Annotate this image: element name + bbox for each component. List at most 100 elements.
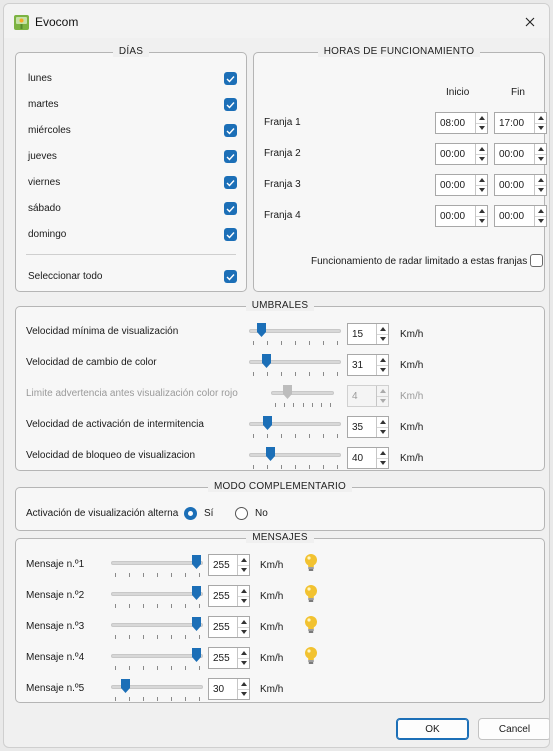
start-time-spinbox[interactable]: 08:00	[435, 112, 488, 134]
spin-down-button[interactable]	[377, 426, 388, 438]
threshold-spinbox[interactable]: 31	[347, 354, 389, 376]
start-time-spinbox[interactable]: 00:00	[435, 143, 488, 165]
spin-up-button[interactable]	[476, 144, 487, 154]
message-slider-thumb[interactable]	[192, 648, 201, 662]
day-checkbox[interactable]	[224, 176, 237, 189]
message-slider[interactable]	[111, 586, 203, 612]
spin-up-button[interactable]	[377, 417, 388, 427]
spin-down-button[interactable]	[377, 333, 388, 345]
message-spinbox[interactable]: 255	[208, 616, 250, 638]
message-slider[interactable]	[111, 617, 203, 643]
time-slot-label: Franja 1	[264, 117, 301, 128]
message-spinbox[interactable]: 255	[208, 647, 250, 669]
threshold-slider[interactable]	[249, 447, 341, 473]
threshold-spinbox[interactable]: 35	[347, 416, 389, 438]
spin-down-button[interactable]	[535, 122, 546, 134]
day-checkbox[interactable]	[224, 124, 237, 137]
message-slider-track	[111, 654, 203, 658]
thresholds-group: UMBRALES Velocidad mínima de visualizaci…	[15, 300, 545, 473]
threshold-slider[interactable]	[249, 354, 341, 380]
slider-tick	[129, 573, 130, 577]
threshold-slider-thumb[interactable]	[262, 354, 271, 368]
spin-up-button[interactable]	[535, 113, 546, 123]
spin-up-button[interactable]	[377, 448, 388, 458]
end-time-spinbox[interactable]: 00:00	[494, 205, 547, 227]
spin-up-button[interactable]	[476, 175, 487, 185]
message-spinbox[interactable]: 255	[208, 554, 250, 576]
day-checkbox[interactable]	[224, 98, 237, 111]
message-slider[interactable]	[111, 679, 203, 705]
message-slider[interactable]	[111, 555, 203, 581]
checkmark-icon	[226, 75, 235, 83]
radar-limit-checkbox[interactable]	[530, 254, 543, 267]
spin-down-button[interactable]	[377, 457, 388, 469]
cancel-button[interactable]: Cancel	[478, 718, 549, 740]
alternate-display-label: Activación de visualización alterna	[26, 508, 179, 519]
message-spinbox[interactable]: 255	[208, 585, 250, 607]
slider-tick	[281, 465, 282, 469]
slider-tick	[129, 604, 130, 608]
radio-no-label: No	[255, 508, 268, 519]
close-button[interactable]	[519, 11, 541, 33]
radio-yes[interactable]	[184, 507, 197, 520]
message-slider-thumb[interactable]	[192, 617, 201, 631]
spin-up-button[interactable]	[238, 555, 249, 565]
spin-down-button[interactable]	[535, 153, 546, 165]
slider-thumb-icon	[263, 416, 272, 430]
select-all-checkbox[interactable]	[224, 270, 237, 283]
message-slider-thumb[interactable]	[192, 586, 201, 600]
spin-up-button[interactable]	[238, 679, 249, 689]
slider-tick	[267, 465, 268, 469]
threshold-slider[interactable]	[249, 323, 341, 349]
spin-up-button[interactable]	[238, 586, 249, 596]
spin-up-button[interactable]	[476, 206, 487, 216]
day-checkbox[interactable]	[224, 202, 237, 215]
spin-up-button[interactable]	[476, 113, 487, 123]
spin-down-button[interactable]	[238, 564, 249, 576]
start-time-spinbox[interactable]: 00:00	[435, 205, 488, 227]
slider-tick	[323, 434, 324, 438]
spin-down-button[interactable]	[238, 595, 249, 607]
spin-down-button[interactable]	[535, 184, 546, 196]
spin-up-button[interactable]	[238, 617, 249, 627]
spin-up-button[interactable]	[238, 648, 249, 658]
threshold-slider-thumb[interactable]	[266, 447, 275, 461]
spin-down-button[interactable]	[535, 215, 546, 227]
spin-up-button[interactable]	[535, 206, 546, 216]
message-spinbox[interactable]: 30	[208, 678, 250, 700]
end-time-spinbox[interactable]: 17:00	[494, 112, 547, 134]
spin-down-button[interactable]	[476, 122, 487, 134]
spin-up-button[interactable]	[377, 324, 388, 334]
ok-button[interactable]: OK	[396, 718, 469, 740]
start-time-spinbox[interactable]: 00:00	[435, 174, 488, 196]
slider-tick	[337, 372, 338, 376]
spin-up-button[interactable]	[377, 355, 388, 365]
day-checkbox[interactable]	[224, 72, 237, 85]
threshold-slider-ticks	[249, 465, 341, 471]
spin-up-button[interactable]	[535, 175, 546, 185]
spin-down-button[interactable]	[238, 657, 249, 669]
end-time-spinbox[interactable]: 00:00	[494, 174, 547, 196]
end-time-spinbox[interactable]: 00:00	[494, 143, 547, 165]
message-slider-track	[111, 561, 203, 565]
message-slider-ticks	[111, 573, 203, 579]
threshold-slider[interactable]	[249, 416, 341, 442]
threshold-spinbox[interactable]: 40	[347, 447, 389, 469]
spin-down-button[interactable]	[476, 215, 487, 227]
message-slider-thumb[interactable]	[121, 679, 130, 693]
message-slider-thumb[interactable]	[192, 555, 201, 569]
spin-down-button[interactable]	[238, 626, 249, 638]
day-checkbox[interactable]	[224, 150, 237, 163]
spin-down-button[interactable]	[238, 688, 249, 700]
threshold-slider-thumb[interactable]	[257, 323, 266, 337]
spin-down-button[interactable]	[377, 364, 388, 376]
spin-down-button[interactable]	[476, 153, 487, 165]
radio-no[interactable]	[235, 507, 248, 520]
threshold-slider-thumb[interactable]	[263, 416, 272, 430]
message-slider[interactable]	[111, 648, 203, 674]
threshold-spinbox[interactable]: 15	[347, 323, 389, 345]
spin-up-button[interactable]	[535, 144, 546, 154]
spin-down-button[interactable]	[476, 184, 487, 196]
checkmark-icon	[226, 127, 235, 135]
day-checkbox[interactable]	[224, 228, 237, 241]
